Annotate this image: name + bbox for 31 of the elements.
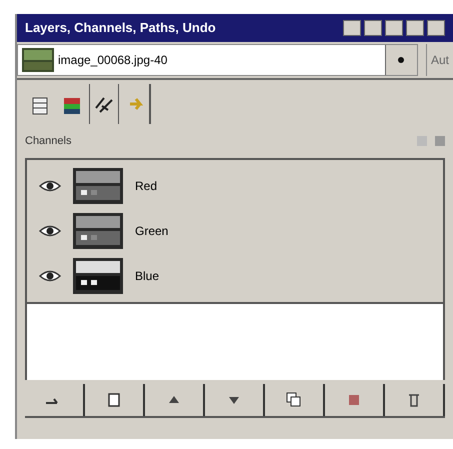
dropdown-button[interactable] <box>384 45 417 75</box>
channel-name: Green <box>135 223 168 240</box>
channel-thumbnail <box>73 258 123 294</box>
window-title: Layers, Channels, Paths, Undo <box>25 19 216 38</box>
channel-thumbnail <box>73 213 123 249</box>
window-control-button[interactable] <box>364 20 382 36</box>
trash-icon <box>407 392 421 408</box>
section-title: Channels <box>25 134 72 149</box>
duplicate-icon <box>286 392 302 408</box>
channel-name: Red <box>135 178 158 196</box>
image-thumbnail-icon <box>22 48 54 72</box>
selection-icon <box>347 393 361 407</box>
layers-icon <box>32 97 48 115</box>
channels-icon <box>63 97 81 115</box>
window-control-button[interactable] <box>427 20 445 36</box>
image-name: image_00068.jpg-40 <box>58 52 168 69</box>
dot-icon <box>398 57 404 63</box>
channel-row[interactable]: Blue <box>27 253 443 298</box>
window-control-button[interactable] <box>406 20 424 36</box>
channel-name: Blue <box>135 268 160 285</box>
image-menu[interactable]: image_00068.jpg-40 <box>17 44 418 76</box>
new-channel-icon <box>107 392 121 408</box>
window-control-button[interactable] <box>385 20 403 36</box>
channel-row[interactable]: Red <box>27 164 443 209</box>
window-control-button[interactable] <box>343 20 361 36</box>
eye-icon[interactable] <box>39 224 61 238</box>
channel-row[interactable]: Green <box>27 208 443 254</box>
eye-icon[interactable] <box>39 179 61 194</box>
channel-thumbnail <box>73 168 123 204</box>
eye-icon[interactable] <box>39 268 61 283</box>
paths-tab[interactable] <box>89 84 119 124</box>
